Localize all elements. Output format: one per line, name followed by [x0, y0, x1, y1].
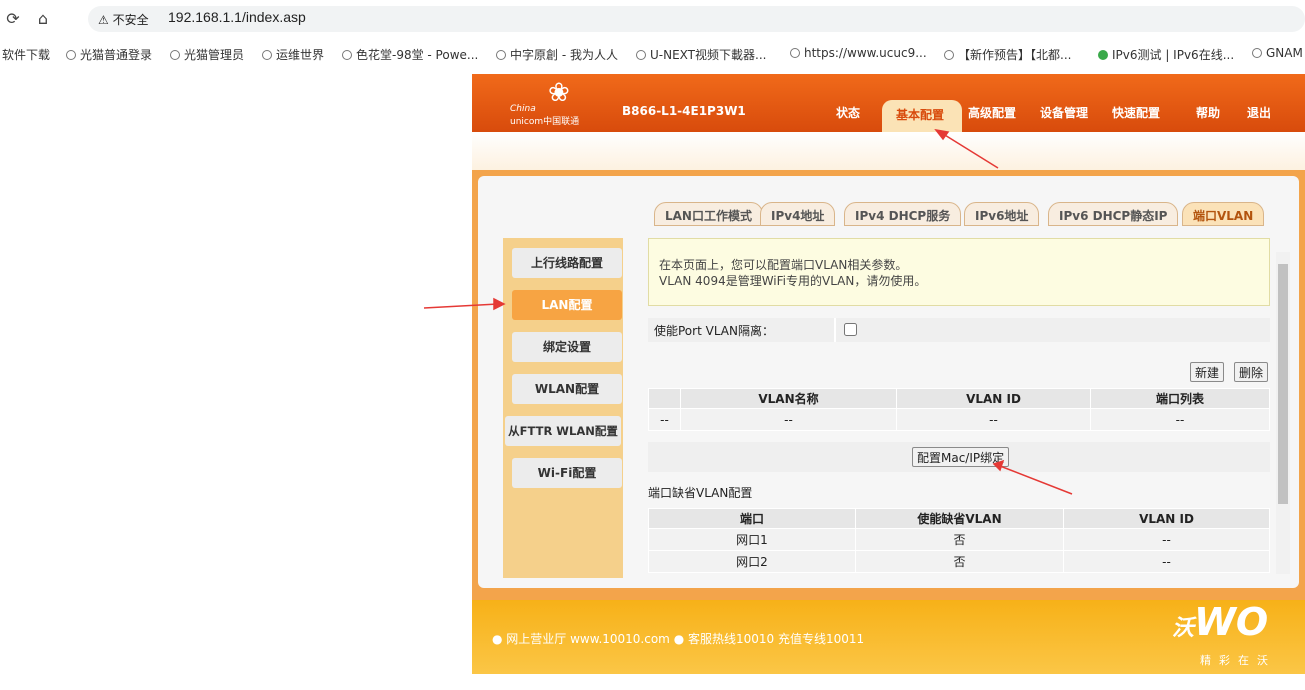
- arrow-head: [493, 297, 506, 311]
- arrow-line: [939, 131, 999, 169]
- arrow-line: [999, 465, 1073, 495]
- arrow-head: [934, 128, 950, 141]
- arrow-line: [423, 303, 499, 309]
- annotation-arrows: [423, 128, 1073, 495]
- arrow-head: [992, 459, 1005, 472]
